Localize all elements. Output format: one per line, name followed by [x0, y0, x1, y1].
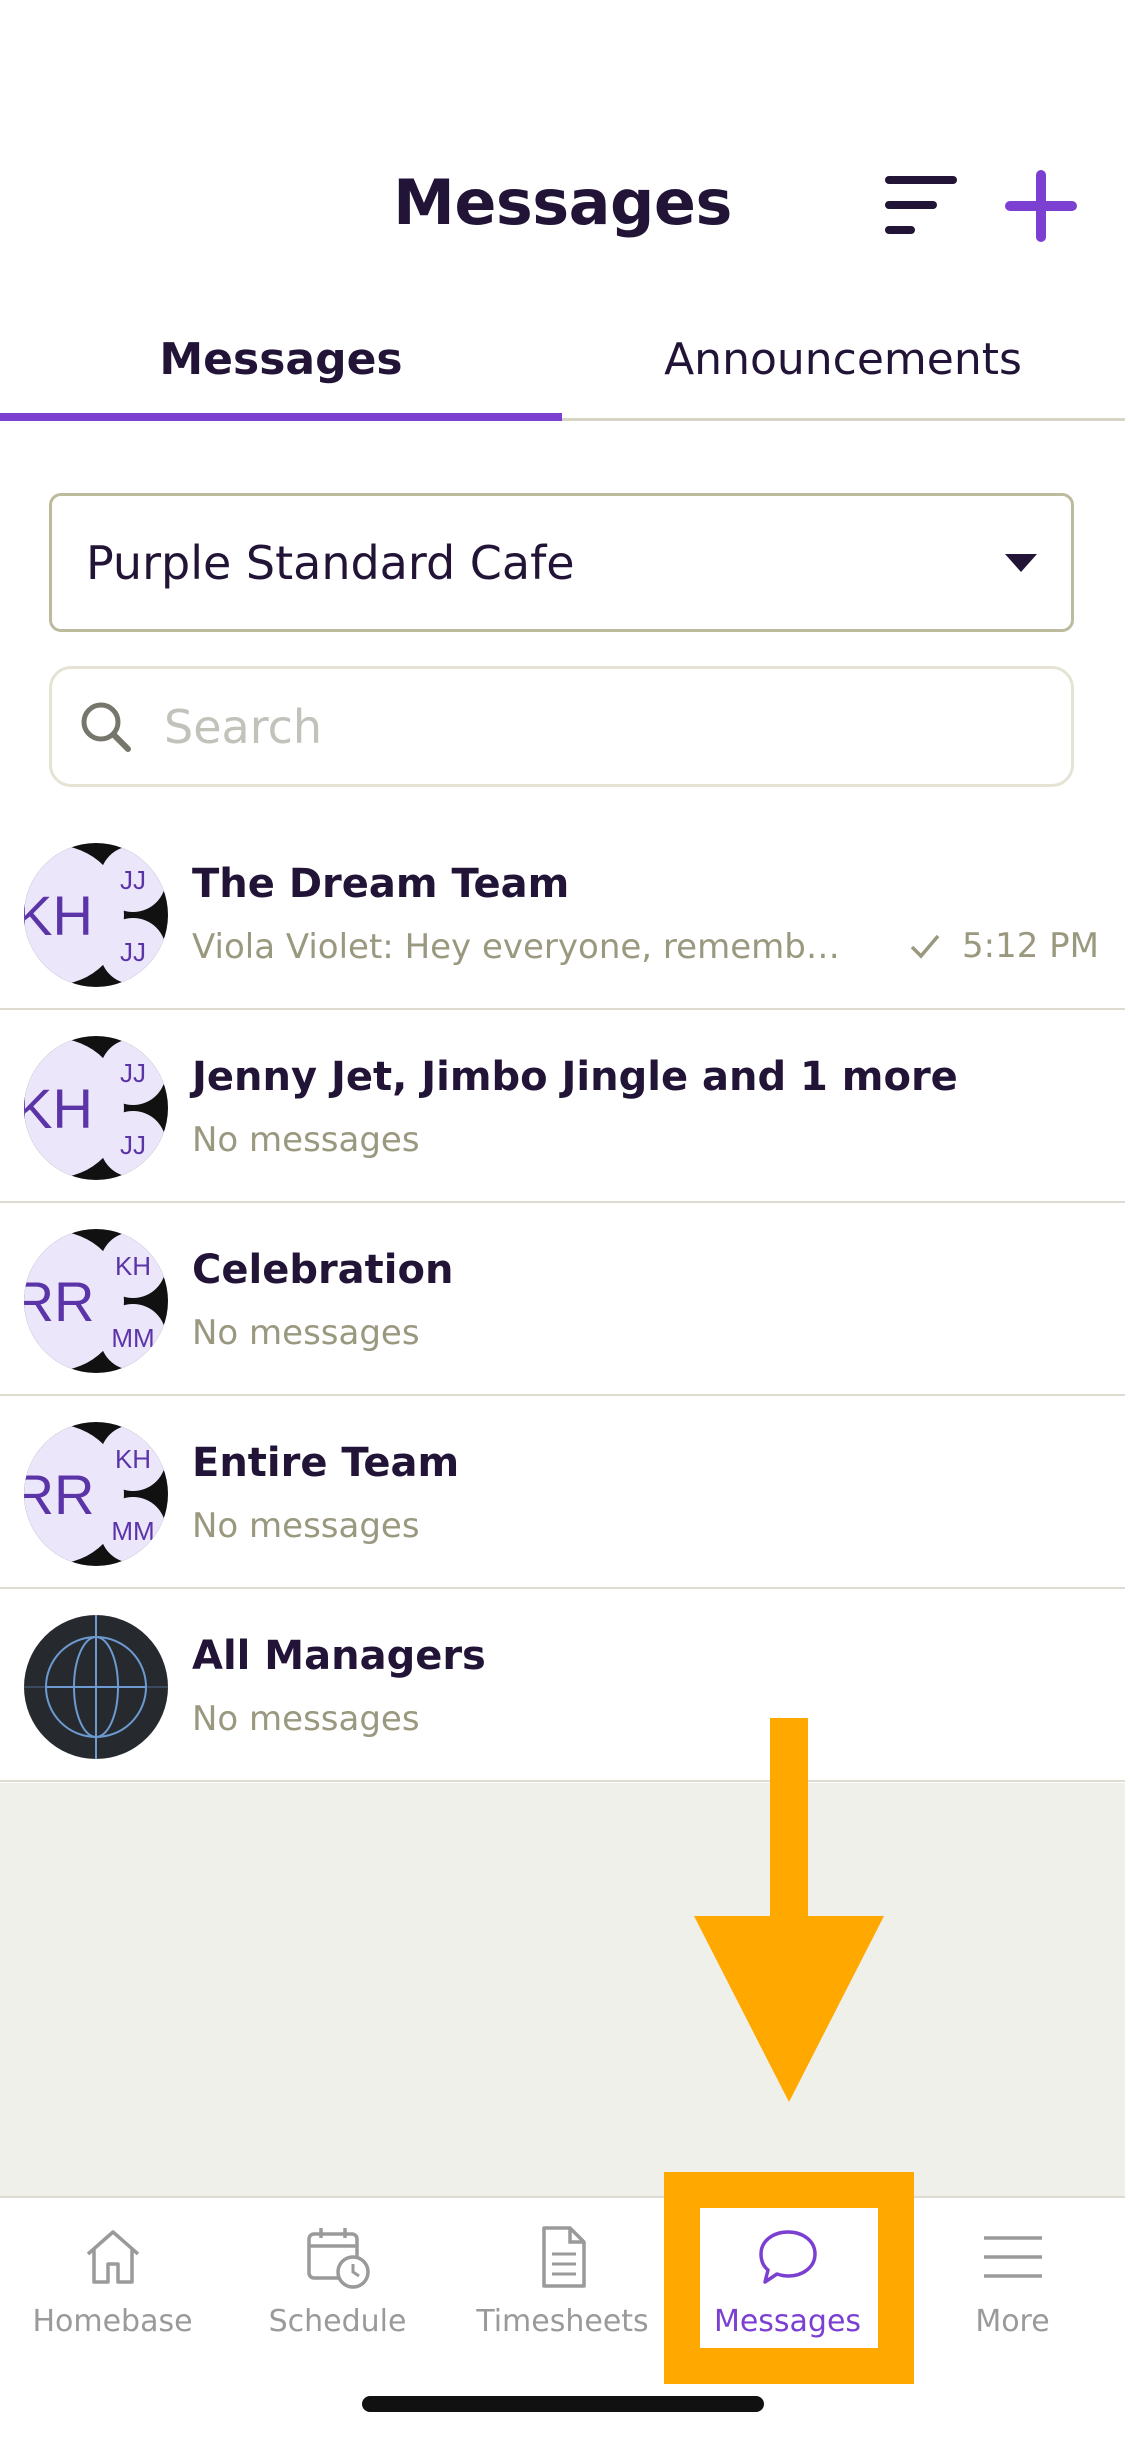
conversation-row[interactable]: KH JJ JJ The Dream Team Viola Violet: He…: [0, 817, 1125, 1010]
conversation-row[interactable]: All Managers No messages: [0, 1589, 1125, 1782]
conversation-name: Entire Team: [192, 1440, 460, 1486]
home-indicator: [362, 2396, 764, 2412]
home-icon: [86, 2230, 140, 2284]
app-header: Messages: [0, 0, 1125, 300]
empty-list-area: [0, 1783, 1125, 2196]
nav-item-more[interactable]: More: [900, 2198, 1125, 2398]
conversation-list: KH JJ JJ The Dream Team Viola Violet: He…: [0, 817, 1125, 1782]
sort-filter-icon[interactable]: [885, 172, 957, 238]
calendar-clock-icon: [307, 2228, 370, 2289]
conversation-row[interactable]: RR KH MM Celebration No messages: [0, 1203, 1125, 1396]
avatar-initials-top: JJ: [120, 865, 146, 895]
avatar-initials-main: RR: [24, 1270, 94, 1333]
avatar-initials-bottom: MM: [111, 1323, 154, 1353]
conversation-preview: No messages: [192, 1120, 420, 1160]
nav-item-homebase[interactable]: Homebase: [0, 2198, 225, 2398]
group-avatar: RR KH MM: [24, 1422, 168, 1566]
avatar-initials-top: KH: [115, 1444, 151, 1474]
conversation-name: Jenny Jet, Jimbo Jingle and 1 more: [192, 1054, 958, 1100]
search-field[interactable]: [49, 666, 1074, 787]
nav-label: Schedule: [268, 2304, 407, 2339]
globe-avatar-icon: [24, 1615, 168, 1759]
avatar-initials-bottom: JJ: [120, 1130, 146, 1160]
avatar-initials-bottom: JJ: [120, 937, 146, 967]
nav-label: Timesheets: [476, 2304, 649, 2339]
group-avatar: KH JJ JJ: [24, 843, 168, 987]
nav-item-timesheets[interactable]: Timesheets: [450, 2198, 675, 2398]
conversation-preview: No messages: [192, 1506, 420, 1546]
avatar-initials-top: JJ: [120, 1058, 146, 1088]
location-dropdown[interactable]: Purple Standard Cafe: [49, 493, 1074, 632]
check-icon: [910, 934, 940, 959]
conversation-name: All Managers: [192, 1633, 486, 1679]
active-tab-indicator: [0, 413, 562, 421]
conversation-preview: Viola Violet: Hey everyone, remember t..…: [192, 927, 852, 967]
search-input[interactable]: [162, 698, 1026, 755]
nav-label: Homebase: [32, 2304, 193, 2339]
group-avatar: KH JJ JJ: [24, 1036, 168, 1180]
avatar-initials-main: RR: [24, 1463, 94, 1526]
nav-label: More: [975, 2304, 1050, 2339]
conversation-timestamp: 5:12 PM: [910, 926, 1099, 966]
new-message-plus-icon[interactable]: [1003, 168, 1079, 244]
avatar-initials-bottom: MM: [111, 1516, 154, 1546]
group-avatar: RR KH MM: [24, 1229, 168, 1373]
tab-announcements-label: Announcements: [664, 333, 1022, 385]
conversation-time: 5:12 PM: [962, 926, 1099, 966]
avatar-initials-top: KH: [115, 1251, 151, 1281]
avatar-initials-main: KH: [24, 1077, 93, 1140]
conversation-name: The Dream Team: [192, 861, 570, 907]
avatar-initials-main: KH: [24, 884, 93, 947]
conversation-row[interactable]: KH JJ JJ Jenny Jet, Jimbo Jingle and 1 m…: [0, 1010, 1125, 1203]
annotation-arrow-icon: [694, 1718, 884, 2102]
search-icon: [81, 702, 131, 752]
conversation-row[interactable]: RR KH MM Entire Team No messages: [0, 1396, 1125, 1589]
menu-icon: [984, 2236, 1042, 2278]
tab-bar: Messages Announcements: [0, 300, 1125, 421]
document-icon: [542, 2226, 586, 2288]
tab-messages[interactable]: Messages: [0, 300, 562, 421]
tab-announcements[interactable]: Announcements: [562, 300, 1124, 418]
annotation-highlight-box: [664, 2172, 914, 2384]
conversation-preview: No messages: [192, 1313, 420, 1353]
conversation-name: Celebration: [192, 1247, 454, 1293]
caret-down-icon: [1005, 554, 1037, 572]
tab-messages-label: Messages: [159, 333, 403, 385]
location-selected-value: Purple Standard Cafe: [86, 535, 575, 590]
nav-item-schedule[interactable]: Schedule: [225, 2198, 450, 2398]
